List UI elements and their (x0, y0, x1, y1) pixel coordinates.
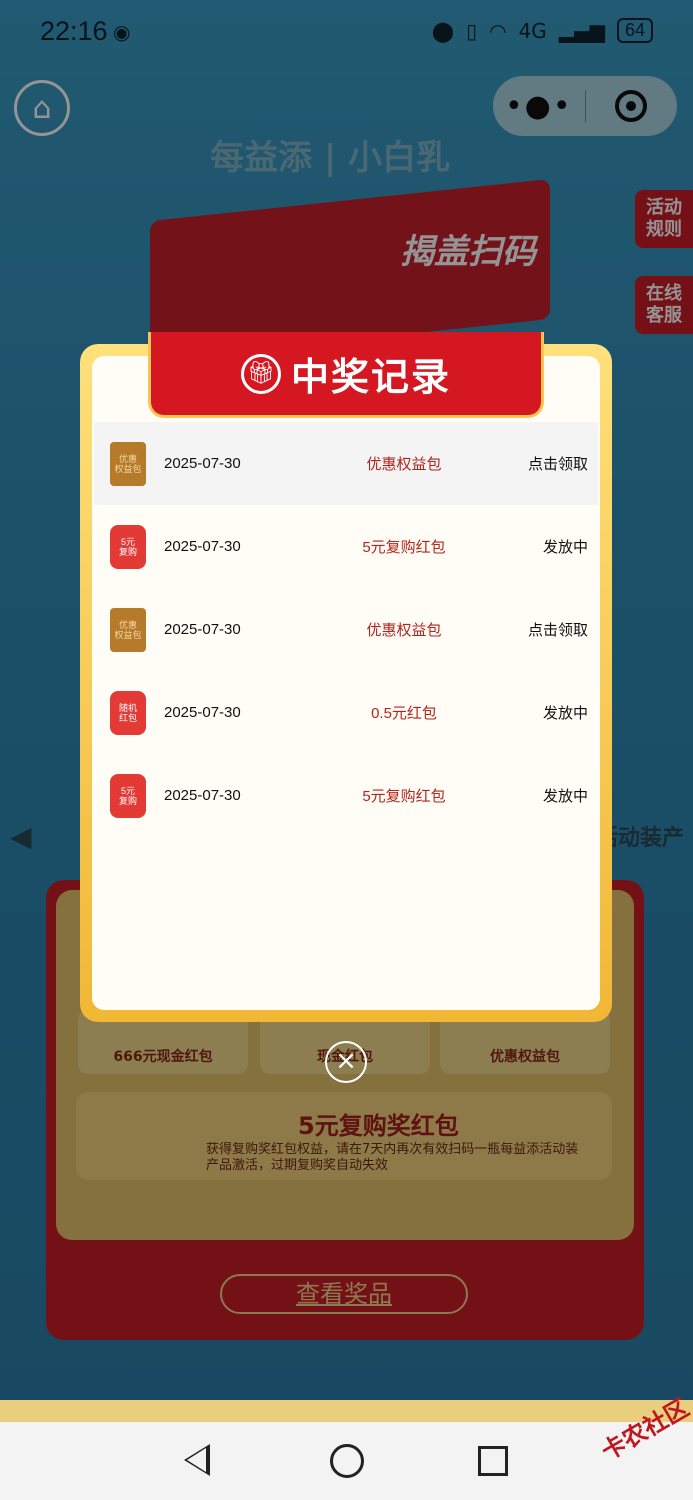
record-row: 5元 复购 2025-07-30 5元复购红包 发放中 (94, 754, 598, 837)
record-prize: 优惠权益包 (366, 456, 442, 473)
modal-header: 🎁︎ 中奖记录 (148, 332, 544, 418)
voucher-icon: 优惠 权益包 (110, 441, 146, 486)
red-packet-icon: 随机 红包 (110, 690, 146, 735)
record-date: 2025-07-30 (164, 538, 241, 555)
record-row: 5元 复购 2025-07-30 5元复购红包 发放中 (94, 505, 598, 588)
close-icon: × (335, 1046, 357, 1076)
back-icon[interactable] (184, 1444, 210, 1476)
record-status[interactable]: 点击领取 (494, 619, 598, 640)
record-row: 优惠 权益包 2025-07-30 优惠权益包 点击领取 (94, 422, 598, 505)
record-date: 2025-07-30 (164, 704, 241, 721)
gift-icon: 🎁︎ (240, 353, 281, 394)
home-circle-icon[interactable] (330, 1444, 364, 1478)
record-prize: 优惠权益包 (366, 622, 442, 639)
modal-title: 中奖记录 (290, 355, 451, 399)
close-modal-button[interactable]: × (325, 1041, 367, 1083)
record-date: 2025-07-30 (164, 621, 241, 638)
record-row: 随机 红包 2025-07-30 0.5元红包 发放中 (94, 671, 598, 754)
record-status: 发放中 (542, 788, 588, 805)
voucher-icon: 优惠 权益包 (110, 607, 146, 652)
record-date: 2025-07-30 (164, 455, 241, 472)
system-nav-bar (0, 1422, 693, 1500)
records-list: 优惠 权益包 2025-07-30 优惠权益包 点击领取 5元 复购 2025-07… (94, 422, 598, 837)
bottom-strip (0, 1400, 693, 1422)
record-status: 发放中 (542, 539, 588, 556)
record-prize: 0.5元红包 (371, 705, 437, 722)
record-prize: 5元复购红包 (362, 788, 446, 805)
recent-apps-icon[interactable] (478, 1446, 508, 1476)
red-packet-icon: 5元 复购 (110, 773, 146, 818)
record-row: 优惠 权益包 2025-07-30 优惠权益包 点击领取 (94, 588, 598, 671)
record-prize: 5元复购红包 (362, 539, 446, 556)
record-date: 2025-07-30 (164, 787, 241, 804)
red-packet-icon: 5元 复购 (110, 524, 146, 569)
record-status: 发放中 (542, 705, 588, 722)
record-status[interactable]: 点击领取 (494, 453, 598, 474)
